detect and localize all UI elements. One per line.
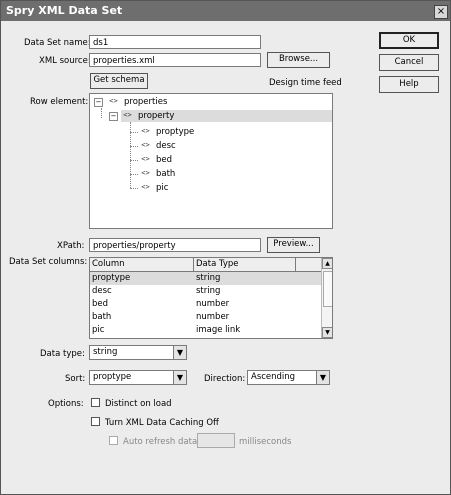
chevron-down-icon[interactable]: ▼ — [173, 371, 186, 384]
scroll-thumb[interactable] — [323, 271, 332, 307]
ok-button[interactable]: OK — [379, 32, 439, 49]
refresh-interval-input[interactable] — [197, 433, 235, 448]
design-time-feed-link[interactable]: Design time feed — [269, 78, 342, 88]
data-type-cell: string — [196, 273, 221, 283]
tree-connector — [130, 188, 138, 189]
data-type-cell: image link — [196, 325, 241, 335]
direction-label: Direction: — [204, 374, 246, 384]
data-type-label: Data type: — [40, 349, 85, 359]
spry-xml-dialog: Spry XML Data Set × OK Cancel Help Data … — [0, 0, 451, 495]
xml-tag-icon: <> — [141, 141, 150, 149]
xml-source-input[interactable]: properties.xml — [89, 53, 261, 67]
auto-refresh-label: Auto refresh data — [123, 437, 198, 447]
distinct-on-load-label: Distinct on load — [105, 399, 172, 409]
scroll-up-icon[interactable]: ▲ — [322, 258, 332, 269]
get-schema-button[interactable]: Get schema — [90, 73, 148, 89]
data-set-name-label: Data Set name: — [24, 38, 91, 48]
options-label: Options: — [48, 399, 84, 409]
tree-node-bed[interactable]: <> bed — [139, 154, 172, 166]
data-set-columns-table[interactable]: Column Data Type proptype string desc st… — [89, 257, 333, 339]
data-type-header[interactable]: Data Type — [196, 258, 239, 270]
sort-value: proptype — [93, 372, 132, 382]
column-name-cell: pic — [92, 325, 105, 335]
sort-label: Sort: — [65, 374, 86, 384]
tree-node-properties[interactable]: <> properties — [107, 96, 167, 108]
xml-source-label: XML source: — [39, 56, 91, 66]
xml-tag-icon: <> — [141, 127, 150, 135]
header-divider — [193, 258, 194, 271]
preview-button[interactable]: Preview... — [267, 237, 320, 253]
tree-connector — [130, 174, 138, 175]
tree-node-property-selected[interactable]: <> property — [121, 110, 332, 122]
column-header[interactable]: Column — [92, 258, 125, 270]
column-name-cell: bath — [92, 312, 112, 322]
collapse-properties-icon[interactable]: − — [94, 98, 103, 107]
xml-tag-icon: <> — [141, 155, 150, 163]
table-row[interactable]: proptype string — [90, 272, 321, 285]
dialog-title: Spry XML Data Set — [6, 4, 123, 17]
milliseconds-label: milliseconds — [239, 437, 292, 447]
direction-value: Ascending — [251, 372, 296, 382]
header-divider — [295, 258, 296, 271]
column-name-cell: desc — [92, 286, 112, 296]
columns-scrollbar[interactable]: ▲ ▼ — [321, 258, 332, 338]
tree-connector — [130, 132, 138, 133]
turn-off-caching-label: Turn XML Data Caching Off — [105, 418, 219, 428]
help-button[interactable]: Help — [379, 76, 439, 93]
scroll-down-icon[interactable]: ▼ — [322, 327, 332, 338]
tree-connector — [130, 160, 138, 161]
tree-node-bath[interactable]: <> bath — [139, 168, 175, 180]
xpath-input[interactable]: properties/property — [89, 238, 261, 252]
tree-node-label: properties — [124, 97, 168, 107]
tree-node-label: proptype — [156, 127, 195, 137]
title-bar: Spry XML Data Set × — [1, 1, 450, 21]
tree-node-label: property — [138, 111, 175, 121]
column-name-cell: proptype — [92, 273, 131, 283]
data-type-value: string — [93, 347, 118, 357]
row-element-label: Row element: — [30, 97, 89, 107]
row-element-tree[interactable]: − <> properties − <> property <> proptype <… — [89, 93, 333, 229]
chevron-down-icon[interactable]: ▼ — [316, 371, 329, 384]
tree-node-label: bath — [156, 169, 176, 179]
chevron-down-icon[interactable]: ▼ — [173, 346, 186, 359]
xpath-label: XPath: — [57, 241, 85, 251]
table-row[interactable]: pic image link — [90, 324, 321, 337]
xml-tag-icon: <> — [109, 97, 118, 105]
auto-refresh-checkbox[interactable] — [109, 436, 118, 445]
table-row[interactable]: bed number — [90, 298, 321, 311]
turn-off-caching-checkbox[interactable] — [91, 417, 100, 426]
cancel-button[interactable]: Cancel — [379, 54, 439, 71]
table-row[interactable]: bath number — [90, 311, 321, 324]
tree-node-label: pic — [156, 183, 169, 193]
table-row[interactable]: desc string — [90, 285, 321, 298]
collapse-property-icon[interactable]: − — [109, 112, 118, 121]
tree-node-desc[interactable]: <> desc — [139, 140, 176, 152]
browse-button[interactable]: Browse... — [267, 52, 330, 68]
tree-node-proptype[interactable]: <> proptype — [139, 126, 194, 138]
data-type-cell: number — [196, 299, 230, 309]
column-name-cell: bed — [92, 299, 109, 309]
tree-node-label: desc — [156, 141, 176, 151]
tree-connector — [101, 108, 102, 118]
data-set-name-input[interactable]: ds1 — [89, 35, 261, 49]
data-type-cell: number — [196, 312, 230, 322]
data-type-select[interactable]: string ▼ — [89, 345, 187, 360]
columns-table-header: Column Data Type — [90, 258, 321, 272]
xml-tag-icon: <> — [141, 183, 150, 191]
data-type-cell: string — [196, 286, 221, 296]
distinct-on-load-checkbox[interactable] — [91, 398, 100, 407]
sort-select[interactable]: proptype ▼ — [89, 370, 187, 385]
xml-tag-icon: <> — [141, 169, 150, 177]
data-set-columns-label: Data Set columns: — [9, 257, 88, 267]
close-icon[interactable]: × — [434, 5, 448, 19]
tree-connector — [130, 146, 138, 147]
tree-node-label: bed — [156, 155, 173, 165]
direction-select[interactable]: Ascending ▼ — [247, 370, 330, 385]
xml-repeating-tag-icon: <> — [123, 111, 132, 119]
tree-node-pic[interactable]: <> pic — [139, 182, 168, 194]
